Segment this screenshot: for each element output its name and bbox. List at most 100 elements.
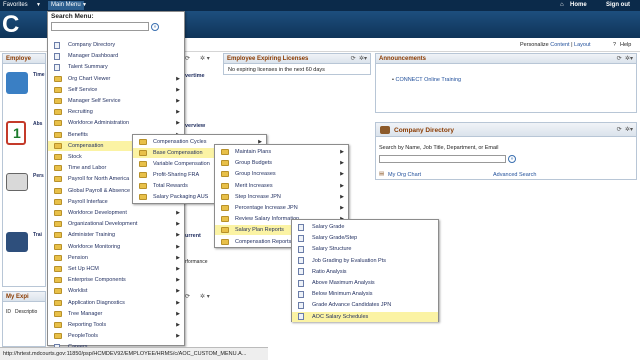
main-menu-item[interactable]: Tree Manager ▶ xyxy=(48,309,184,319)
favorites-chevron-icon[interactable]: ▼ xyxy=(36,2,41,8)
salary-plan-reports-menu-item[interactable]: Below Minimum Analysis xyxy=(292,289,438,299)
folder-icon xyxy=(54,333,62,340)
home-link[interactable]: Home xyxy=(570,2,587,8)
main-menu-item-label: Workforce Monitoring xyxy=(68,243,121,250)
help-link[interactable]: Help xyxy=(620,42,631,48)
time-title[interactable]: Time xyxy=(33,72,45,78)
submenu-arrow-icon: ▶ xyxy=(176,120,180,127)
salary-plan-reports-menu-item-label: Grade Advance Candidates JPN xyxy=(312,302,392,309)
base-compensation-menu-item[interactable]: Group Budgets ▶ xyxy=(215,158,348,168)
salary-plan-reports-menu-item[interactable]: Job Grading by Evaluation Pts xyxy=(292,256,438,266)
main-menu-item[interactable]: Company Directory xyxy=(48,40,184,50)
main-menu-item[interactable]: Set Up HCM ▶ xyxy=(48,264,184,274)
status-bar-url: http://hrtest.mdcourts.gov:11850/psp/HCM… xyxy=(0,347,268,360)
main-menu-item-label: Manager Dashboard xyxy=(68,53,119,60)
document-icon xyxy=(54,41,60,49)
salary-plan-reports-menu-item[interactable]: Salary Structure xyxy=(292,244,438,254)
main-menu-item[interactable]: Manager Dashboard xyxy=(48,51,184,61)
compensation-menu-item-label: Compensation Cycles xyxy=(153,139,207,145)
org-chart-icon[interactable]: ▤ xyxy=(379,171,384,177)
my-org-chart-link[interactable]: My Org Chart xyxy=(388,172,421,178)
main-menu-item[interactable]: Manager Self Service ▶ xyxy=(48,96,184,106)
submenu-arrow-icon: ▶ xyxy=(176,75,180,82)
expiring-settings-icon[interactable]: ✲ ▾ xyxy=(200,293,210,300)
layout-link[interactable]: Layout xyxy=(574,42,591,48)
base-compensation-menu-item-label: Percentage Increase JPN xyxy=(235,205,298,211)
salary-plan-reports-menu-item[interactable]: AOC Salary Schedules xyxy=(292,311,438,322)
main-menu-item[interactable]: Pension ▶ xyxy=(48,253,184,263)
main-menu-item[interactable]: Workforce Monitoring ▶ xyxy=(48,242,184,252)
base-compensation-menu-item-label: Group Increases xyxy=(235,171,276,178)
connect-training-link[interactable]: CONNECT Online Training xyxy=(395,77,461,83)
directory-tools-icon[interactable]: ⟳ ✲▾ xyxy=(617,126,633,133)
time-icon xyxy=(6,72,28,94)
folder-icon xyxy=(54,131,62,138)
content-link[interactable]: Content xyxy=(550,42,569,48)
main-menu-item-label: Benefits xyxy=(68,131,88,138)
main-menu-item[interactable]: Self Service ▶ xyxy=(48,85,184,95)
document-icon xyxy=(54,52,60,60)
submenu-arrow-icon: ▶ xyxy=(176,322,180,328)
personal-title[interactable]: Pers xyxy=(33,173,44,179)
main-menu[interactable]: Main Menu xyxy=(48,1,84,10)
folder-icon xyxy=(221,171,229,178)
main-menu-item[interactable]: Workforce Development ▶ xyxy=(48,208,184,218)
document-icon xyxy=(298,268,304,276)
absence-title[interactable]: Abs xyxy=(33,121,42,127)
base-compensation-menu-item[interactable]: Merit Increases ▶ xyxy=(215,181,348,191)
personal-info-icon xyxy=(6,173,28,191)
main-menu-item[interactable]: Enterprise Components ▶ xyxy=(48,275,184,285)
employee-pagelet-header: Employe xyxy=(3,54,45,64)
document-icon xyxy=(298,301,304,309)
main-menu-chevron-icon[interactable]: ▼ xyxy=(82,2,87,8)
submenu-arrow-icon: ▶ xyxy=(176,210,180,216)
folder-icon xyxy=(221,149,229,155)
main-menu-item[interactable]: Recruiting ▶ xyxy=(48,107,184,117)
main-menu-item[interactable]: Administer Training ▶ xyxy=(48,230,184,240)
announcements-tools-icon[interactable]: ⟳ ✲▾ xyxy=(617,55,633,62)
directory-search-icon[interactable]: » xyxy=(508,155,516,163)
expiring-refresh-icon[interactable]: ⟳ xyxy=(185,293,190,300)
main-menu-item[interactable]: Talent Summary xyxy=(48,62,184,72)
sign-out-link[interactable]: Sign out xyxy=(606,2,630,8)
my-expiring-header: My Expi xyxy=(3,292,45,302)
advanced-search-link[interactable]: Advanced Search xyxy=(493,172,536,178)
pagelet-settings-icon[interactable]: ✲ ▾ xyxy=(200,55,210,62)
main-menu-item[interactable]: Application Diagnostics ▶ xyxy=(48,298,184,308)
salary-plan-reports-menu-item[interactable]: Salary Grade/Step xyxy=(292,233,438,243)
home-icon[interactable]: ⌂ xyxy=(560,2,564,8)
base-compensation-menu-item[interactable]: Maintain Plans ▶ xyxy=(215,147,348,157)
calendar-icon: 1 xyxy=(6,121,26,145)
pagelet-refresh-icon[interactable]: ⟳ xyxy=(185,55,190,62)
salary-plan-reports-menu-item[interactable]: Grade Advance Candidates JPN xyxy=(292,300,438,310)
training-title[interactable]: Trai xyxy=(33,232,42,238)
licenses-tools-icon[interactable]: ⟳ ✲▾ xyxy=(351,55,367,62)
submenu-arrow-icon: ▶ xyxy=(176,243,180,250)
salary-plan-reports-menu-item-label: Salary Grade xyxy=(312,224,345,230)
main-menu-item[interactable]: PeopleTools ▶ xyxy=(48,331,184,341)
main-menu-item[interactable]: Organizational Development ▶ xyxy=(48,219,184,229)
folder-icon xyxy=(54,142,62,149)
base-compensation-menu-item[interactable]: Percentage Increase JPN ▶ xyxy=(215,203,348,213)
folder-icon xyxy=(139,172,147,178)
main-menu-item[interactable]: Worklist ▶ xyxy=(48,286,184,296)
search-menu-input[interactable] xyxy=(51,22,149,31)
main-menu-item[interactable]: Org Chart Viewer ▶ xyxy=(48,74,184,84)
directory-search-input[interactable] xyxy=(379,155,506,163)
salary-plan-reports-menu-item[interactable]: Ratio Analysis xyxy=(292,267,438,277)
personalize-label: Personalize xyxy=(520,42,549,48)
announcement-item[interactable]: • CONNECT Online Training xyxy=(392,77,461,83)
main-menu-item[interactable]: Reporting Tools ▶ xyxy=(48,320,184,330)
announcements-title: Announcements xyxy=(379,56,427,62)
main-menu-item[interactable]: Workforce Administration ▶ xyxy=(48,118,184,128)
favorites-menu[interactable]: Favorites xyxy=(3,2,28,8)
main-menu-item-label: Compensation xyxy=(68,142,104,149)
personalize-links: Personalize Content | Layout xyxy=(520,42,591,48)
salary-plan-reports-menu-item[interactable]: Salary Grade xyxy=(292,222,438,232)
help-icon[interactable]: ? xyxy=(613,42,616,48)
base-compensation-menu-item[interactable]: Group Increases ▶ xyxy=(215,169,348,179)
top-navigation-bar: Favorites ▼ Main Menu ▼ ⌂ Home Sign out xyxy=(0,0,640,11)
base-compensation-menu-item[interactable]: Step Increase JPN ▶ xyxy=(215,192,348,202)
search-menu-go-icon[interactable]: » xyxy=(151,23,159,31)
salary-plan-reports-menu-item[interactable]: Above Maximum Analysis xyxy=(292,278,438,288)
